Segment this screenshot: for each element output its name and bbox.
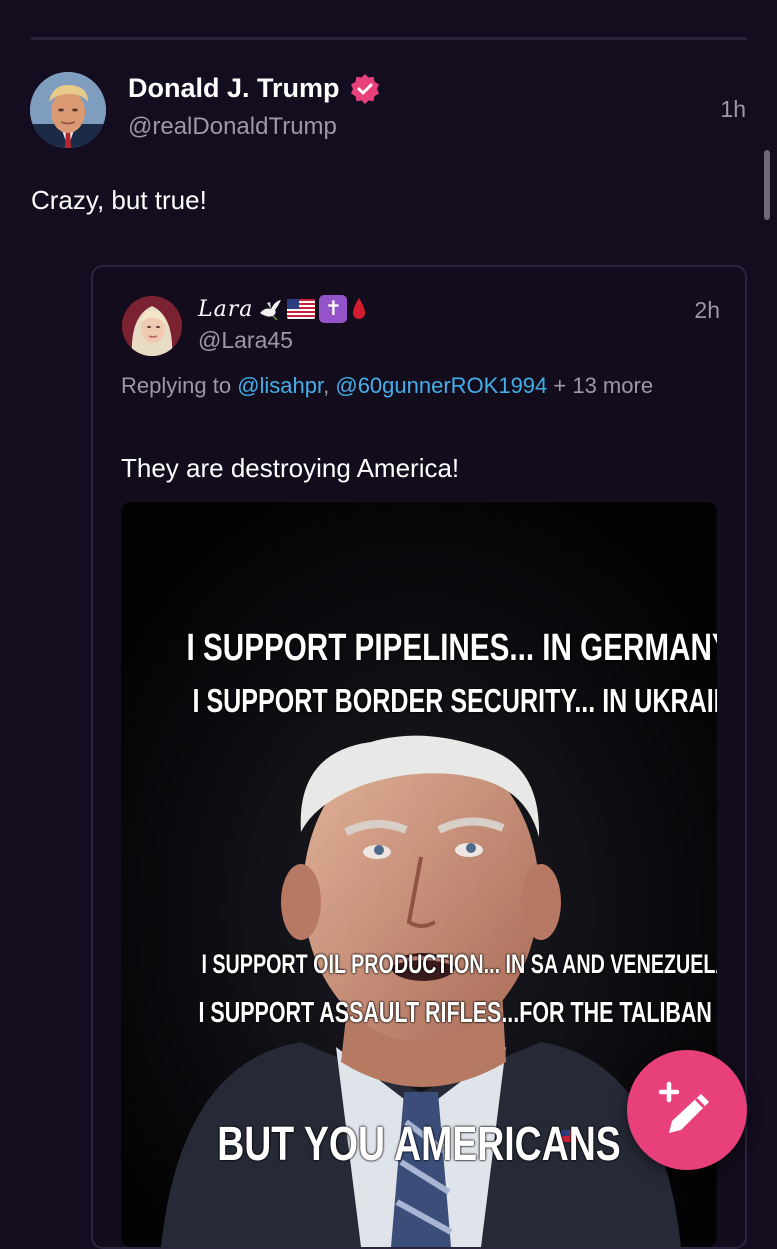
compose-button[interactable] (627, 1050, 747, 1170)
dove-icon (260, 300, 282, 321)
replying-more[interactable]: + 13 more (547, 373, 653, 398)
us-flag-icon (287, 299, 316, 319)
quoted-post-image[interactable]: I SUPPORT PIPELINES... IN GERMANY. I SUP… (121, 502, 717, 1247)
red-drop-icon (353, 298, 366, 319)
quoted-post-text: They are destroying America! (121, 453, 460, 483)
replying-prefix: Replying to (121, 373, 238, 398)
post-text: Crazy, but true! (31, 185, 207, 215)
verified-badge-icon (350, 73, 379, 104)
post-timestamp: 1h (720, 96, 746, 122)
mention-link[interactable]: @lisahpr (237, 373, 323, 398)
top-divider (31, 37, 747, 40)
replying-to: Replying to @lisahpr, @60gunnerROK1994 +… (121, 371, 701, 401)
post-author-handle[interactable]: @realDonaldTrump (128, 113, 337, 141)
quoted-author-handle[interactable]: @Lara45 (198, 327, 293, 354)
quoted-author-avatar[interactable] (122, 296, 182, 356)
mention-link[interactable]: @60gunnerROK1994 (335, 373, 547, 398)
scrollbar[interactable] (764, 150, 770, 220)
latin-cross-icon: ✝ (319, 295, 348, 323)
post-author-row: Donald J. Trump (128, 73, 380, 104)
post-author-name[interactable]: Donald J. Trump (128, 73, 340, 104)
quoted-timestamp: 2h (694, 297, 720, 323)
user-avatar-icon (122, 296, 182, 356)
meme-caption: BUT YOU AMERICANS (217, 1118, 621, 1171)
mention-separator: , (323, 373, 336, 398)
meme-caption: I SUPPORT PIPELINES... IN GERMANY. (186, 627, 717, 669)
compose-pencil-icon (658, 1081, 709, 1133)
meme-caption: I SUPPORT OIL PRODUCTION... IN SA AND VE… (201, 949, 717, 979)
quoted-author-name[interactable]: Lara (198, 297, 253, 322)
user-avatar-icon (30, 72, 106, 148)
post-author-avatar[interactable] (30, 72, 106, 148)
quoted-author-row: Lara ✝ (198, 295, 367, 323)
meme-caption: I SUPPORT ASSAULT RIFLES...FOR THE TALIB… (198, 997, 712, 1029)
meme-caption: I SUPPORT BORDER SECURITY... IN UKRAINE (192, 682, 717, 719)
